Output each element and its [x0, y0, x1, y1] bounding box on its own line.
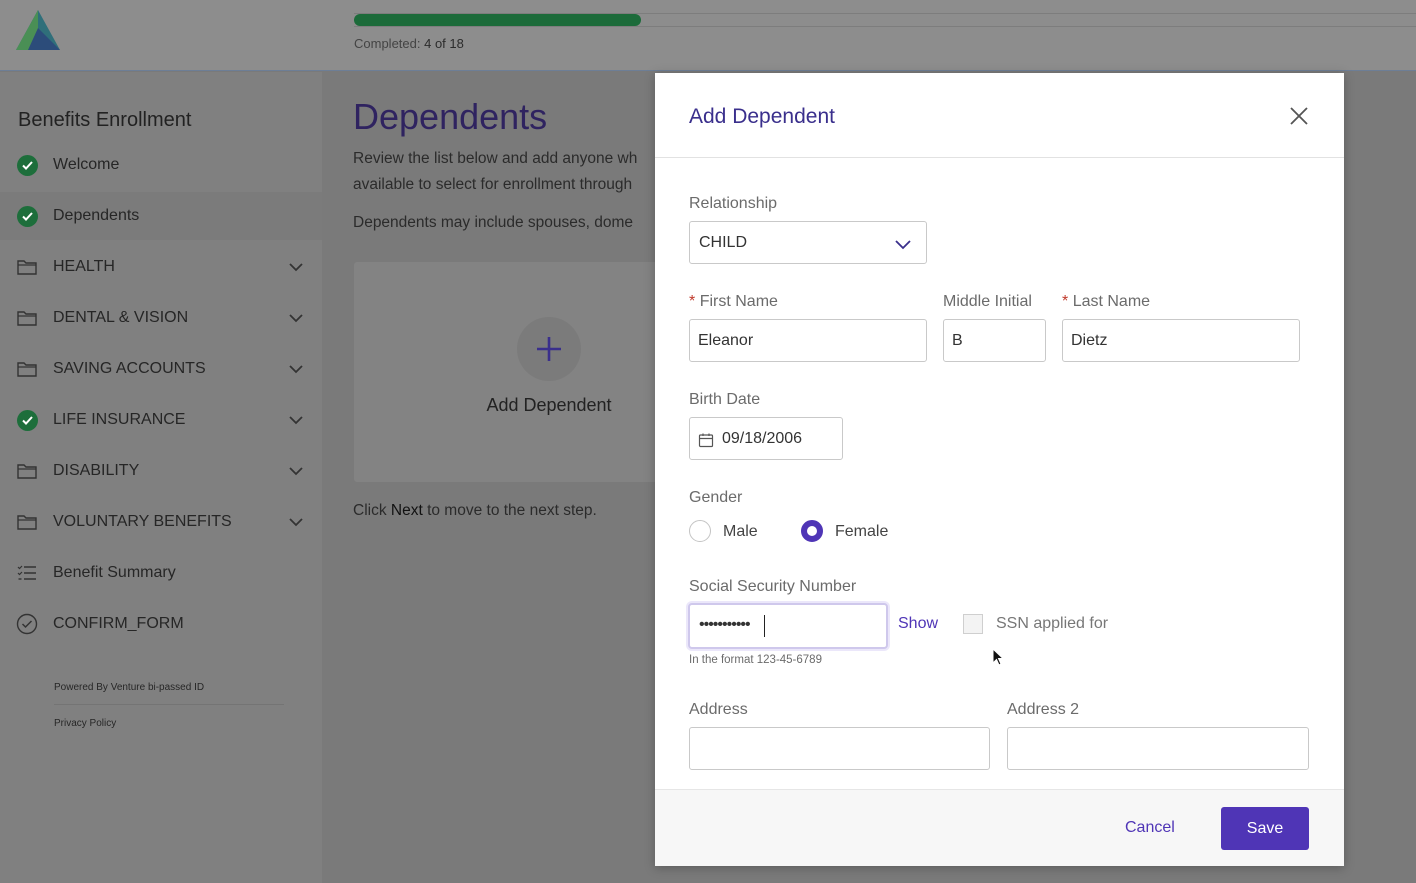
- first-name-label: * First Name: [689, 293, 778, 310]
- birth-date-label: Birth Date: [689, 391, 761, 408]
- folder-icon: [17, 362, 37, 377]
- address-2-label: Address 2: [1007, 701, 1080, 718]
- save-button[interactable]: Save: [1221, 807, 1309, 850]
- ssn-format-hint: In the format 123-45-6789: [689, 654, 822, 666]
- intro-text-line-1: Review the list below and add anyone wh: [353, 150, 638, 167]
- address-field[interactable]: [689, 727, 990, 770]
- gender-male-radio[interactable]: [689, 520, 711, 542]
- intro-text-line-2: available to select for enrollment throu…: [353, 176, 633, 193]
- progress-bar: [354, 13, 1416, 27]
- calendar-icon: [698, 433, 714, 448]
- modal-header: Add Dependent: [655, 73, 1344, 158]
- ssn-applied-checkbox[interactable]: [963, 614, 983, 634]
- sidebar-item-voluntary-benefits[interactable]: VOLUNTARY BENEFITS: [0, 498, 322, 546]
- birth-date-field[interactable]: 09/18/2006: [689, 417, 843, 460]
- chevron-down-icon: [895, 240, 911, 250]
- next-step-hint: Click Next to move to the next step.: [353, 502, 597, 519]
- folder-icon: [17, 260, 37, 275]
- modal-footer: Cancel Save: [655, 789, 1344, 866]
- check-circle-icon: [16, 154, 38, 176]
- add-dependent-card[interactable]: Add Dependent: [353, 261, 663, 483]
- plus-icon: [517, 317, 581, 381]
- middle-initial-label: Middle Initial: [943, 293, 1032, 310]
- text-caret: [764, 615, 765, 637]
- close-icon[interactable]: [1288, 105, 1310, 127]
- sidebar-item-dependents[interactable]: Dependents: [0, 192, 322, 240]
- folder-icon: [17, 311, 37, 326]
- company-logo: [16, 10, 60, 50]
- first-name-field[interactable]: [689, 319, 927, 362]
- progress-text: Completed: 4 of 18: [354, 36, 464, 51]
- sidebar-item-confirm-form[interactable]: CONFIRM_FORM: [0, 600, 322, 648]
- folder-icon: [17, 464, 37, 479]
- top-bar: Completed: 4 of 18: [0, 0, 1416, 71]
- list-icon: [17, 565, 36, 580]
- address-label: Address: [689, 701, 748, 718]
- privacy-policy-link[interactable]: Privacy Policy: [54, 718, 116, 729]
- gender-label: Gender: [689, 489, 743, 506]
- sidebar-item-benefit-summary[interactable]: Benefit Summary: [0, 549, 322, 597]
- dependents-description: Dependents may include spouses, dome: [353, 214, 634, 231]
- add-dependent-modal: Add Dependent Relationship CHILD * First…: [655, 73, 1344, 866]
- chevron-down-icon[interactable]: [287, 411, 305, 429]
- address-2-field[interactable]: [1007, 727, 1309, 770]
- footer-divider: [54, 704, 284, 705]
- cancel-button[interactable]: Cancel: [1125, 819, 1175, 837]
- check-circle-icon: [16, 205, 38, 227]
- sidebar-item-welcome[interactable]: Welcome: [0, 141, 322, 189]
- ssn-label: Social Security Number: [689, 578, 857, 595]
- middle-initial-field[interactable]: [943, 319, 1046, 362]
- relationship-select[interactable]: CHILD: [689, 221, 927, 264]
- gender-female-radio[interactable]: [801, 520, 823, 542]
- gender-female-label: Female: [835, 523, 889, 540]
- sidebar-item-disability[interactable]: DISABILITY: [0, 447, 322, 495]
- sidebar-item-health[interactable]: HEALTH: [0, 243, 322, 291]
- check-outline-icon: [16, 613, 38, 635]
- show-ssn-link[interactable]: Show: [898, 615, 938, 633]
- powered-by-text: Powered By Venture bi-passed ID: [54, 682, 205, 693]
- folder-icon: [17, 515, 37, 530]
- gender-male-label: Male: [723, 523, 758, 540]
- sidebar-item-life-insurance[interactable]: LIFE INSURANCE: [0, 396, 322, 444]
- ssn-input[interactable]: •••••••••••: [688, 603, 888, 649]
- main-content: Dependents Review the list below and add…: [322, 72, 663, 883]
- check-circle-icon: [16, 409, 38, 431]
- sidebar-item-dental-vision[interactable]: DENTAL & VISION: [0, 294, 322, 342]
- last-name-label: * Last Name: [1062, 293, 1151, 310]
- chevron-down-icon[interactable]: [287, 258, 305, 276]
- progress-bar-fill: [354, 14, 641, 26]
- page-title: Dependents: [353, 96, 548, 137]
- last-name-field[interactable]: [1062, 319, 1300, 362]
- chevron-down-icon[interactable]: [287, 513, 305, 531]
- chevron-down-icon[interactable]: [287, 462, 305, 480]
- relationship-label: Relationship: [689, 195, 778, 212]
- ssn-applied-label: SSN applied for: [996, 615, 1109, 632]
- chevron-down-icon[interactable]: [287, 309, 305, 327]
- chevron-down-icon[interactable]: [287, 360, 305, 378]
- modal-title: Add Dependent: [689, 105, 835, 128]
- mouse-cursor-icon: [992, 648, 1005, 666]
- sidebar-title: Benefits Enrollment: [18, 109, 192, 131]
- sidebar-item-saving-accounts[interactable]: SAVING ACCOUNTS: [0, 345, 322, 393]
- sidebar: Benefits Enrollment Welcome Dependents H…: [0, 72, 322, 883]
